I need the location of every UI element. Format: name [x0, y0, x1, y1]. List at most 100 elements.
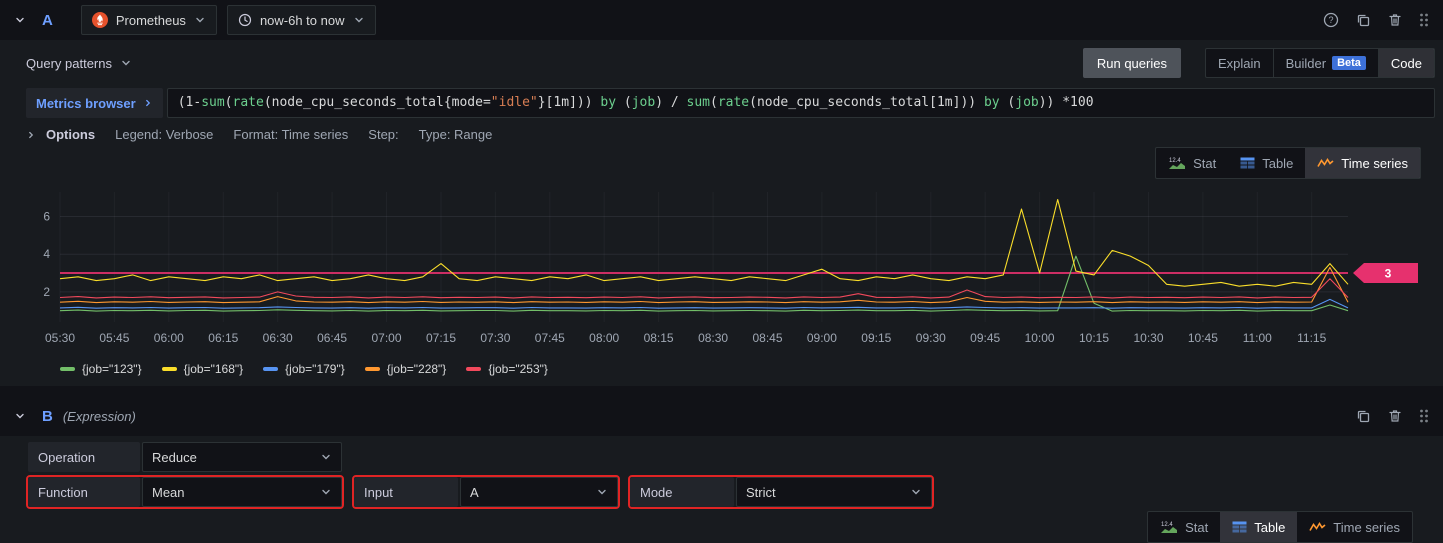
datasource-picker[interactable]: Prometheus	[80, 5, 217, 35]
collapse-chevron-icon[interactable]	[14, 410, 26, 422]
options-label: Options	[46, 127, 96, 142]
datasource-name: Prometheus	[115, 12, 186, 28]
timeseries-icon	[1309, 521, 1326, 533]
legend-series-mark	[364, 367, 380, 371]
query-b-section: B (Expression) Operation Reduce Function…	[0, 396, 1443, 543]
svg-text:2: 2	[43, 285, 50, 299]
help-icon[interactable]: ?	[1323, 12, 1339, 28]
svg-text:12.4: 12.4	[1161, 522, 1173, 528]
mode-code[interactable]: Code	[1377, 49, 1434, 77]
legend-series-label: {job="228"}	[386, 362, 447, 376]
query-a-header: A Prometheus now-6h to now ?	[0, 0, 1443, 40]
table-icon	[1232, 521, 1247, 533]
svg-text:4: 4	[43, 247, 50, 261]
query-expression-input[interactable]: (1-sum(rate(node_cpu_seconds_total{mode=…	[166, 88, 1435, 118]
options-toggle[interactable]: Options	[26, 127, 95, 142]
svg-text:09:00: 09:00	[807, 331, 837, 345]
viz-option-timeseries[interactable]: Time series	[1297, 512, 1412, 542]
operation-value: Reduce	[152, 449, 197, 465]
svg-text:09:45: 09:45	[970, 331, 1000, 345]
input-value: A	[470, 484, 479, 500]
viz-option-table-label: Table	[1262, 155, 1294, 171]
expression-token: "idle"	[490, 95, 538, 110]
expression-token: (	[709, 95, 718, 110]
svg-text:06:00: 06:00	[154, 331, 184, 345]
options-format-summary: Format: Time series	[233, 127, 349, 142]
delete-query-icon[interactable]	[1387, 12, 1403, 28]
viz-option-stat-label: Stat	[1193, 155, 1217, 171]
delete-query-icon[interactable]	[1387, 408, 1403, 424]
query-b-kind: (Expression)	[62, 408, 136, 424]
chevron-down-icon	[912, 489, 920, 495]
options-type-summary: Type: Range	[418, 127, 493, 142]
svg-text:06:45: 06:45	[317, 331, 347, 345]
drag-handle-icon[interactable]	[1419, 408, 1429, 424]
viz-toggle-row-a: 12.4 Stat Table Time series	[0, 147, 1421, 179]
query-patterns-dropdown[interactable]: Query patterns	[26, 56, 132, 71]
svg-text:10:45: 10:45	[1188, 331, 1218, 345]
legend-item[interactable]: {job="228"}	[364, 362, 447, 376]
expression-token: by	[600, 95, 617, 110]
viz-toggle-a: 12.4 Stat Table Time series	[1155, 147, 1421, 179]
viz-option-stat[interactable]: 12.4 Stat	[1148, 512, 1220, 542]
legend-series-mark	[263, 367, 279, 371]
input-select[interactable]: A	[460, 477, 618, 507]
run-queries-button[interactable]: Run queries	[1082, 48, 1181, 78]
expression-row: Metrics browser (1-sum(rate(node_cpu_sec…	[26, 88, 1435, 118]
expression-token: (	[616, 95, 632, 110]
svg-text:10:00: 10:00	[1025, 331, 1055, 345]
viz-option-stat[interactable]: 12.4 Stat	[1156, 148, 1228, 178]
legend-item[interactable]: {job="179"}	[263, 362, 345, 376]
svg-text:6: 6	[43, 210, 50, 224]
legend-item[interactable]: {job="253"}	[466, 362, 548, 376]
expression-token: rate	[232, 95, 264, 110]
mode-select[interactable]: Strict	[736, 477, 932, 507]
legend-item[interactable]: {job="168"}	[161, 362, 244, 376]
query-b-actions	[1355, 408, 1429, 424]
clock-icon	[238, 13, 252, 27]
series-line	[59, 278, 1349, 299]
viz-option-timeseries[interactable]: Time series	[1305, 148, 1420, 178]
expression-token: (	[224, 95, 233, 110]
duplicate-query-icon[interactable]	[1355, 12, 1371, 28]
chevron-down-icon	[194, 14, 206, 26]
query-ref-a[interactable]: A	[42, 12, 53, 29]
time-range-picker[interactable]: now-6h to now	[226, 5, 376, 35]
mode-label: Mode	[630, 477, 734, 507]
function-label: Function	[28, 477, 140, 507]
expression-token: job	[1015, 95, 1039, 110]
duplicate-query-icon[interactable]	[1355, 408, 1371, 424]
expression-token: (1-	[177, 95, 202, 110]
collapse-chevron-icon[interactable]	[14, 14, 26, 26]
beta-badge: Beta	[1332, 56, 1366, 70]
legend-series-label: {job="168"}	[183, 362, 244, 376]
function-select[interactable]: Mean	[142, 477, 342, 507]
chevron-down-icon	[598, 489, 606, 495]
timeseries-icon	[1317, 157, 1334, 169]
drag-handle-icon[interactable]	[1419, 12, 1429, 28]
chevron-down-icon	[353, 14, 365, 26]
query-patterns-label: Query patterns	[26, 55, 112, 71]
timeseries-chart: 05:30 05:45 06:00 06:15 06:30 06:45 07:00 07:15…	[43, 192, 1418, 345]
legend-series-label: {job="253"}	[488, 362, 548, 376]
operation-select[interactable]: Reduce	[142, 442, 342, 472]
operation-field: Operation Reduce	[26, 440, 344, 474]
mode-builder[interactable]: Builder Beta	[1272, 49, 1378, 77]
query-ref-b[interactable]: B	[42, 408, 53, 425]
svg-text:07:30: 07:30	[480, 331, 510, 345]
query-toolbar: Query patterns Run queries Explain Build…	[26, 48, 1435, 78]
mode-explain[interactable]: Explain	[1206, 49, 1273, 77]
svg-text:08:00: 08:00	[589, 331, 619, 345]
viz-option-table[interactable]: Table	[1220, 512, 1298, 542]
query-a-section: A Prometheus now-6h to now ? Query patte…	[0, 0, 1443, 386]
metrics-browser-button[interactable]: Metrics browser	[26, 88, 163, 118]
series-line	[59, 255, 1349, 312]
editor-mode-group: Explain Builder Beta Code	[1204, 48, 1435, 78]
viz-option-timeseries-label: Time series	[1333, 519, 1400, 535]
viz-toggle-b: 12.4 Stat Table Time series	[1147, 511, 1413, 543]
chevron-down-icon	[322, 454, 330, 460]
expression-token: job	[631, 95, 656, 110]
viz-option-table[interactable]: Table	[1228, 148, 1305, 178]
viz-option-stat-label: Stat	[1185, 519, 1209, 535]
legend-item[interactable]: {job="123"}	[60, 362, 142, 376]
